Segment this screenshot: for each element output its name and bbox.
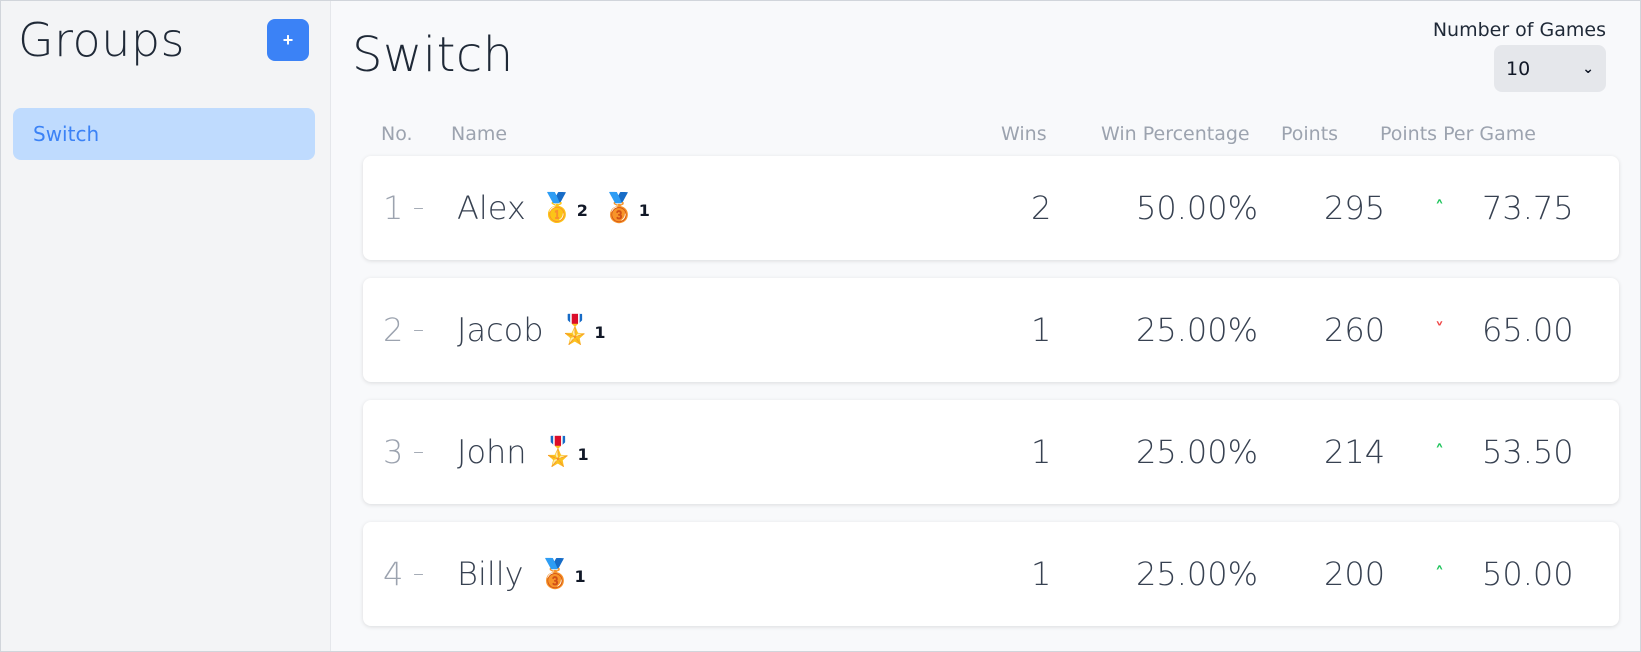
points-value: 200 [1324, 555, 1386, 593]
sidebar-title: Groups [18, 13, 186, 67]
player-name: Jacob [457, 311, 544, 349]
main-content: Switch Number of Games 10 ⌄ No. Name Win… [331, 1, 1640, 651]
sidebar-item-switch[interactable]: Switch [13, 108, 315, 160]
table-row[interactable]: 1– Alex 🥇 2 🥉 1 2 50.00% 295 ˄ 73.75 [363, 156, 1619, 260]
wins-value: 1 [1031, 555, 1052, 593]
sidebar: Groups + Switch [1, 1, 331, 651]
wins-value: 2 [1031, 189, 1052, 227]
win-percentage-value: 50.00% [1136, 189, 1259, 227]
points-per-game-value: 73.75 [1482, 189, 1574, 227]
wins-value: 1 [1031, 433, 1052, 471]
rank-change-icon: – [413, 195, 424, 221]
win-percentage-value: 25.00% [1136, 433, 1259, 471]
player-name-cell: Billy 🥉 1 [457, 555, 586, 593]
bronze-medal-icon: 🥉 [537, 557, 573, 590]
points-per-game-value: 65.00 [1482, 311, 1574, 349]
leaderboard-rows: 1– Alex 🥇 2 🥉 1 2 50.00% 295 ˄ 73.75 2– Jacob 🎖️ 1 1 25.… [363, 156, 1619, 644]
app-window: Groups + Switch Switch Number of Games 1… [0, 0, 1641, 652]
medal-count: 1 [638, 201, 650, 220]
player-name-cell: John 🎖️ 1 [457, 433, 589, 471]
header-win-percentage: Win Percentage [1101, 123, 1250, 145]
rank-number: 1 [383, 189, 404, 227]
win-percentage-value: 25.00% [1136, 311, 1259, 349]
bronze-medal-icon: 🥉 [601, 191, 637, 224]
rank-change-icon: – [413, 439, 424, 465]
rank-number: 2 [383, 311, 404, 349]
rank-number: 3 [383, 433, 404, 471]
military-medal-icon: 🎖️ [557, 313, 593, 346]
header-wins: Wins [1001, 123, 1047, 145]
wins-value: 1 [1031, 311, 1052, 349]
header-name: Name [451, 123, 508, 145]
sidebar-nav: Switch [13, 108, 315, 160]
trend-down-icon: ˅ [1435, 319, 1444, 341]
number-of-games-value: 10 [1506, 57, 1531, 80]
medal: 🥇 2 [540, 194, 588, 222]
header-points: Points [1281, 123, 1339, 145]
medal: 🥉 1 [602, 194, 650, 222]
military-medal-icon: 🎖️ [540, 435, 576, 468]
gold-medal-icon: 🥇 [539, 191, 575, 224]
player-name-cell: Jacob 🎖️ 1 [457, 311, 606, 349]
medal-count: 1 [577, 445, 589, 464]
rank-change-icon: – [413, 317, 424, 343]
points-value: 295 [1324, 189, 1386, 227]
medal: 🥉 1 [538, 560, 586, 588]
player-name: Alex [457, 189, 526, 227]
number-of-games-control: Number of Games 10 ⌄ [1433, 19, 1606, 92]
player-name-cell: Alex 🥇 2 🥉 1 [457, 189, 650, 227]
table-row[interactable]: 2– Jacob 🎖️ 1 1 25.00% 260 ˅ 65.00 [363, 278, 1619, 382]
header-points-per-game: Points Per Game [1380, 123, 1536, 145]
points-value: 214 [1324, 433, 1386, 471]
player-name: Billy [457, 555, 524, 593]
medal: 🎖️ 1 [541, 438, 589, 466]
trend-up-icon: ˄ [1435, 197, 1444, 219]
medal-count: 2 [576, 201, 588, 220]
number-of-games-label: Number of Games [1432, 19, 1606, 41]
table-header: No. Name Wins Win Percentage Points Poin… [331, 121, 1640, 149]
points-per-game-value: 50.00 [1482, 555, 1574, 593]
medal-count: 1 [574, 567, 586, 586]
rank-change-icon: – [413, 561, 424, 587]
chevron-down-icon: ⌄ [1582, 60, 1594, 77]
medal: 🎖️ 1 [558, 316, 606, 344]
header-no: No. [381, 123, 413, 145]
medal-count: 1 [594, 323, 606, 342]
add-group-button[interactable]: + [267, 19, 309, 61]
trend-up-icon: ˄ [1435, 563, 1444, 585]
rank-number: 4 [383, 555, 404, 593]
player-name: John [457, 433, 527, 471]
table-row[interactable]: 3– John 🎖️ 1 1 25.00% 214 ˄ 53.50 [363, 400, 1619, 504]
page-title: Switch [352, 27, 514, 83]
table-row[interactable]: 4– Billy 🥉 1 1 25.00% 200 ˄ 50.00 [363, 522, 1619, 626]
points-value: 260 [1324, 311, 1386, 349]
points-per-game-value: 53.50 [1482, 433, 1574, 471]
number-of-games-select[interactable]: 10 ⌄ [1494, 45, 1606, 92]
trend-up-icon: ˄ [1435, 441, 1444, 463]
win-percentage-value: 25.00% [1136, 555, 1259, 593]
